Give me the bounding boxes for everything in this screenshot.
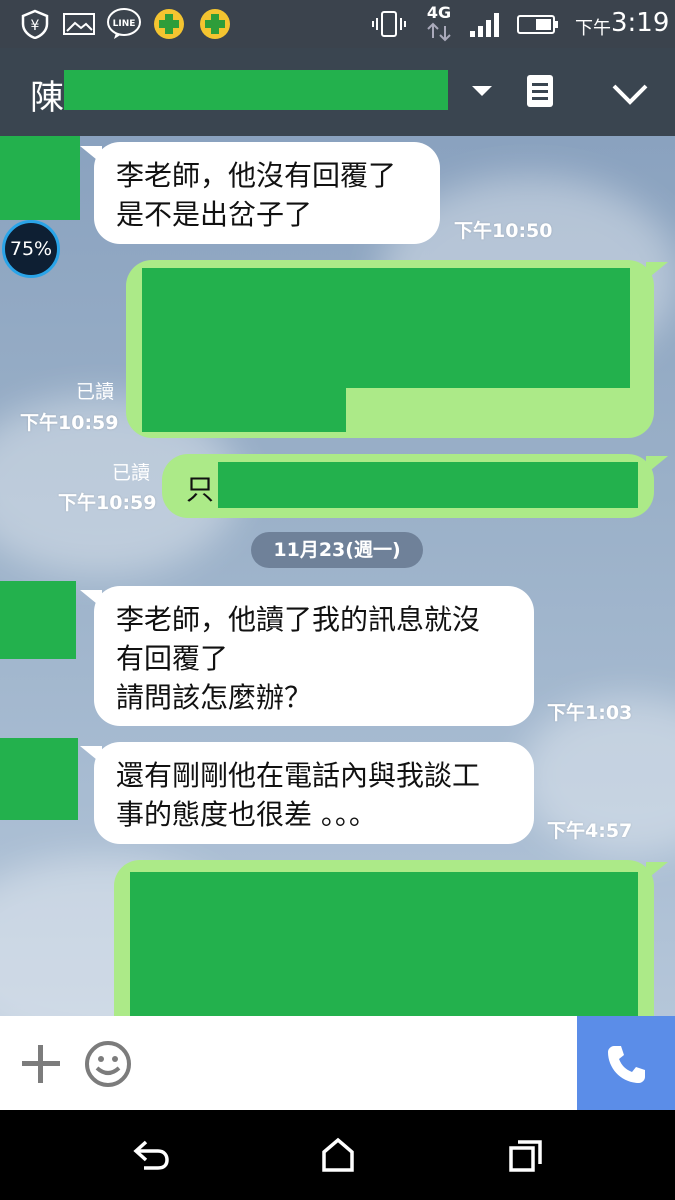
message-bubble-outgoing[interactable]: 只 xyxy=(162,454,654,518)
svg-text:¥: ¥ xyxy=(31,18,40,34)
svg-text:LINE: LINE xyxy=(113,19,136,29)
avatar[interactable] xyxy=(0,136,80,220)
message-text: 李老師，他讀了我的訊息就沒 xyxy=(116,603,481,636)
emoji-icon[interactable] xyxy=(84,1040,132,1088)
message-timestamp: 下午10:59 xyxy=(58,492,157,514)
system-nav-bar xyxy=(0,1110,675,1200)
message-text: 只 xyxy=(186,473,215,506)
back-icon[interactable] xyxy=(132,1138,170,1172)
input-bar xyxy=(0,1016,675,1110)
redaction-block xyxy=(142,268,630,388)
clock-ampm: 下午 xyxy=(575,18,611,39)
avatar[interactable] xyxy=(0,581,76,659)
dropdown-caret-icon[interactable] xyxy=(470,84,494,98)
redaction-block xyxy=(64,70,448,110)
redaction-block xyxy=(142,380,346,432)
status-bar: ¥ LINE 4G 下午 3:19 xyxy=(0,0,675,48)
redaction-block xyxy=(130,872,638,1016)
battery-widget[interactable]: 75% xyxy=(2,220,60,278)
image-icon xyxy=(63,13,95,35)
message-text: 是不是出岔子了 xyxy=(116,198,313,231)
message-bubble-incoming[interactable]: 李老師，他讀了我的訊息就沒 有回覆了 請問該怎麼辦？ xyxy=(94,586,534,726)
date-separator: 11月23(週一) xyxy=(251,532,423,568)
message-text: 還有剛剛他在電話內與我談工 xyxy=(116,759,481,792)
plus-badge-icon xyxy=(200,9,230,39)
contact-name[interactable]: 陳 xyxy=(30,70,64,119)
vibrate-icon xyxy=(372,11,406,37)
avatar[interactable] xyxy=(0,738,78,820)
home-icon[interactable] xyxy=(320,1136,356,1174)
message-timestamp: 下午1:03 xyxy=(547,702,633,724)
collapse-chevron-icon[interactable] xyxy=(611,82,649,106)
redaction-block xyxy=(218,462,638,508)
call-button[interactable] xyxy=(577,1016,675,1110)
message-text: 事的態度也很差 。。。 xyxy=(116,798,377,831)
clock-time: 3:19 xyxy=(611,8,670,38)
read-receipt: 已讀 xyxy=(76,381,115,403)
plus-badge-icon xyxy=(154,9,184,39)
message-timestamp: 下午4:57 xyxy=(547,820,633,842)
plus-icon[interactable] xyxy=(20,1043,62,1085)
phone-call-icon xyxy=(608,1046,645,1083)
network-label: 4G xyxy=(426,3,452,22)
chat-area[interactable]: 李老師，他沒有回覆了 是不是出岔子了 下午10:50 75% 已讀 下午10:5… xyxy=(0,136,675,1016)
signal-icon xyxy=(470,13,499,37)
read-receipt: 已讀 xyxy=(112,462,151,484)
network-4g-icon: 4G xyxy=(422,4,456,44)
message-bubble-outgoing[interactable] xyxy=(114,860,654,1016)
message-text: 有回覆了 xyxy=(116,642,229,675)
chat-header: 陳 xyxy=(0,48,675,136)
yen-shield-icon: ¥ xyxy=(21,9,49,39)
message-input[interactable] xyxy=(148,1016,576,1110)
notes-icon[interactable] xyxy=(526,74,554,108)
message-bubble-incoming[interactable]: 李老師，他沒有回覆了 是不是出岔子了 xyxy=(94,142,440,244)
message-bubble-incoming[interactable]: 還有剛剛他在電話內與我談工 事的態度也很差 。。。 xyxy=(94,742,534,844)
recents-icon[interactable] xyxy=(508,1138,544,1174)
message-timestamp: 下午10:59 xyxy=(20,412,119,434)
message-bubble-outgoing[interactable] xyxy=(126,260,654,438)
message-timestamp: 下午10:50 xyxy=(454,220,553,242)
battery-icon xyxy=(517,15,558,34)
message-text: 請問該怎麼辦？ xyxy=(116,681,313,714)
line-icon: LINE xyxy=(107,8,141,39)
message-text: 李老師，他沒有回覆了 xyxy=(116,159,397,192)
